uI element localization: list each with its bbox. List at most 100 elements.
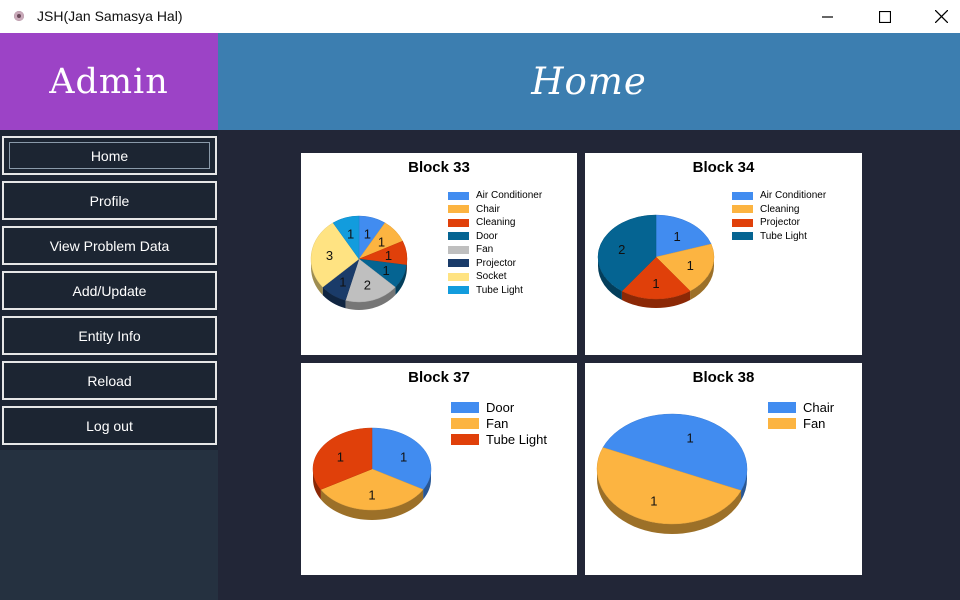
- pie-value-label: 1: [382, 263, 389, 278]
- maximize-icon: [879, 10, 891, 23]
- nav-add-update-label: Add/Update: [72, 282, 147, 299]
- pie-value-label: 1: [368, 487, 375, 502]
- legend-item-projector: Projector: [448, 257, 542, 271]
- legend-swatch: [448, 218, 469, 227]
- chart-panel-block-37: Block 37 111 Door Fan Tube Light: [301, 363, 577, 575]
- legend-label: Fan: [476, 244, 494, 256]
- legend-swatch: [448, 191, 469, 200]
- legend-swatch: [732, 232, 753, 241]
- brand-title: Admin: [49, 61, 169, 102]
- pie-value-label: 1: [364, 226, 371, 241]
- pie-value-label: 2: [618, 242, 625, 257]
- chart-panel-block-33: Block 33 11112131 Air Conditioner Chair Cl…: [301, 153, 577, 355]
- legend-item-fan: Fan: [451, 415, 547, 431]
- maximize-button[interactable]: [857, 0, 913, 33]
- legend-item-fan: Fan: [768, 415, 834, 431]
- legend-swatch: [448, 245, 469, 254]
- legend-item-tube-light: Tube Light: [448, 284, 542, 298]
- pie-value-label: 1: [385, 248, 392, 263]
- dashboard-area: Block 33 11112131 Air Conditioner Chair Cl…: [218, 130, 960, 600]
- pie-value-label: 1: [339, 274, 346, 289]
- minimize-icon: [822, 15, 833, 18]
- legend-item-air-conditioner: Air Conditioner: [448, 189, 542, 203]
- pie-value-label: 1: [652, 276, 659, 291]
- legend-swatch: [451, 401, 479, 413]
- legend-item-tube-light: Tube Light: [732, 230, 826, 244]
- window-titlebar: JSH(Jan Samasya Hal): [0, 0, 960, 33]
- legend-item-fan: Fan: [448, 243, 542, 257]
- legend-item-door: Door: [448, 230, 542, 244]
- chart-panel-block-38: Block 38 11 Chair Fan: [585, 363, 862, 575]
- legend-label: Projector: [760, 217, 801, 229]
- nav-home-button[interactable]: Home: [2, 136, 217, 175]
- nav-reload-label: Reload: [87, 372, 132, 389]
- legend-swatch: [451, 433, 479, 445]
- nav-home-label: Home: [90, 147, 129, 164]
- legend-item-socket: Socket: [448, 270, 542, 284]
- nav-view-problem-data-button[interactable]: View Problem Data: [2, 226, 217, 265]
- app-icon: [14, 11, 24, 21]
- legend-item-door: Door: [451, 399, 547, 415]
- pie-value-label: 1: [674, 229, 681, 244]
- pie-value-label: 3: [326, 248, 333, 263]
- legend-item-chair: Chair: [768, 399, 834, 415]
- chart-legend: Door Fan Tube Light: [451, 399, 547, 447]
- pie-value-label: 1: [347, 226, 354, 241]
- page-title: Home: [531, 60, 647, 103]
- pie-value-label: 1: [687, 258, 694, 273]
- pie-value-label: 2: [364, 278, 371, 293]
- chart-legend: Air Conditioner Cleaning Projector Tube Lig…: [732, 189, 826, 243]
- legend-swatch: [448, 205, 469, 214]
- legend-swatch: [448, 272, 469, 281]
- legend-label: Cleaning: [476, 217, 516, 229]
- nav-add-update-button[interactable]: Add/Update: [2, 271, 217, 310]
- chart-legend: Air Conditioner Chair Cleaning Door Fan Proje…: [448, 189, 542, 297]
- page-header: Home: [218, 33, 960, 130]
- nav-entity-info-button[interactable]: Entity Info: [2, 316, 217, 355]
- nav-view-problem-data-label: View Problem Data: [49, 237, 170, 254]
- pie-chart-block-34: 1112: [597, 214, 715, 308]
- legend-label: Tube Light: [760, 230, 807, 242]
- pie-value-label: 1: [687, 431, 694, 446]
- legend-item-cleaning: Cleaning: [448, 216, 542, 230]
- legend-item-air-conditioner: Air Conditioner: [732, 189, 826, 203]
- legend-swatch: [732, 205, 753, 214]
- legend-item-chair: Chair: [448, 203, 542, 217]
- legend-item-projector: Projector: [732, 216, 826, 230]
- legend-swatch: [451, 417, 479, 429]
- legend-item-cleaning: Cleaning: [732, 203, 826, 217]
- legend-label: Socket: [476, 271, 507, 283]
- nav-reload-button[interactable]: Reload: [2, 361, 217, 400]
- legend-swatch: [768, 401, 796, 413]
- pie-chart-block-37: 1 1 1: [312, 427, 432, 520]
- legend-item-tube-light: Tube Light: [451, 431, 547, 447]
- legend-swatch: [732, 218, 753, 227]
- nav-profile-button[interactable]: Profile: [2, 181, 217, 220]
- sidebar-brand: Admin: [0, 33, 218, 130]
- nav-log-out-label: Log out: [86, 417, 133, 434]
- legend-label: Tube Light: [486, 431, 547, 447]
- chart-legend: Chair Fan: [768, 399, 834, 431]
- pie-chart-block-38: 11: [596, 413, 748, 534]
- legend-swatch: [448, 259, 469, 268]
- legend-label: Door: [486, 399, 515, 415]
- legend-label: Fan: [803, 415, 826, 431]
- sidebar: Admin Home Profile View Problem Data Add…: [0, 33, 218, 600]
- legend-label: Cleaning: [760, 203, 800, 215]
- window-title: JSH(Jan Samasya Hal): [37, 8, 183, 24]
- legend-label: Air Conditioner: [476, 190, 543, 202]
- nav-entity-info-label: Entity Info: [78, 327, 141, 344]
- legend-label: Chair: [476, 203, 500, 215]
- legend-swatch: [732, 191, 753, 200]
- chart-panel-block-34: Block 34 1112 Air Conditioner Cleaning Pro…: [585, 153, 862, 355]
- legend-label: Air Conditioner: [760, 190, 827, 202]
- pie-value-label: 1: [400, 449, 407, 464]
- close-button[interactable]: [913, 0, 960, 33]
- legend-label: Chair: [803, 399, 835, 415]
- legend-label: Tube Light: [476, 284, 523, 296]
- legend-label: Fan: [486, 415, 509, 431]
- legend-label: Door: [476, 230, 498, 242]
- legend-swatch: [448, 232, 469, 241]
- minimize-button[interactable]: [800, 0, 856, 33]
- nav-log-out-button[interactable]: Log out: [2, 406, 217, 445]
